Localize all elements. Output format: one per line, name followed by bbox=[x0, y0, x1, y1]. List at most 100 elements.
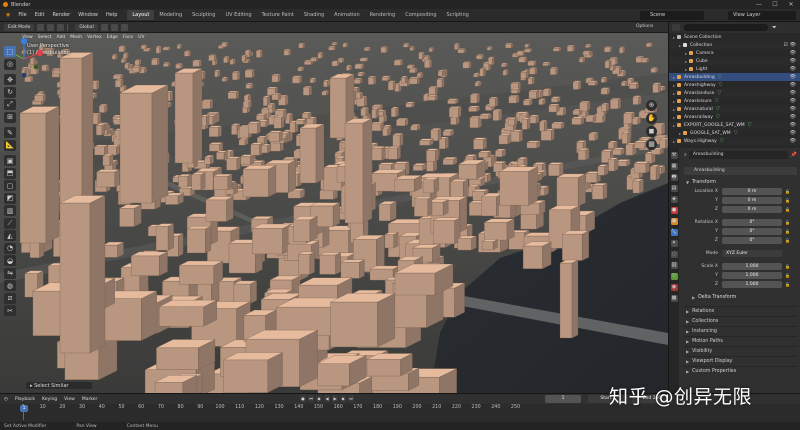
collection-checkbox[interactable]: ☑ bbox=[784, 42, 788, 48]
orientation-dropdown[interactable]: Global bbox=[75, 23, 98, 31]
expand-arrow-icon[interactable]: ▸ bbox=[679, 43, 681, 48]
close-button[interactable]: ✕ bbox=[784, 0, 798, 9]
timeline-menu-view[interactable]: View bbox=[64, 397, 75, 402]
mesh-data-icon[interactable]: ▽ bbox=[716, 106, 720, 112]
knife-icon[interactable]: ⟋ bbox=[4, 217, 16, 229]
particles-tab-icon[interactable]: ✶ bbox=[670, 240, 678, 247]
visibility-eye-icon[interactable]: 👁 bbox=[790, 82, 796, 88]
tab-modeling[interactable]: Modeling bbox=[154, 10, 187, 20]
render-tab-icon[interactable]: ▦ bbox=[670, 163, 678, 170]
vertex-select-icon[interactable] bbox=[37, 23, 45, 31]
rotation-y-field[interactable]: 0° bbox=[722, 228, 782, 235]
location-x-field[interactable]: 0 m bbox=[722, 188, 782, 195]
maximize-button[interactable]: ☐ bbox=[768, 0, 782, 9]
outliner-item[interactable]: ▸ Camera 👁 bbox=[669, 49, 800, 57]
menu-edit[interactable]: Edit bbox=[31, 12, 49, 18]
rotate-icon[interactable]: ↻ bbox=[4, 86, 16, 98]
mesh-data-icon[interactable]: ▽ bbox=[734, 130, 738, 136]
timeline-menu-keying[interactable]: Keying bbox=[42, 397, 57, 402]
menu-render[interactable]: Render bbox=[48, 12, 74, 18]
lock-icon[interactable]: 🔓 bbox=[785, 220, 790, 225]
outliner-item[interactable]: ▸ Scene Collection bbox=[669, 33, 800, 41]
view-layer-tab-icon[interactable]: ▤ bbox=[670, 185, 678, 192]
snap-icon[interactable] bbox=[110, 23, 118, 31]
expand-arrow-icon[interactable]: ▸ bbox=[673, 75, 675, 80]
extrude-icon[interactable]: ⬒ bbox=[4, 167, 16, 179]
tab-scripting[interactable]: Scripting bbox=[442, 10, 474, 20]
output-tab-icon[interactable]: 🖶 bbox=[670, 174, 678, 181]
lock-icon[interactable]: 🔓 bbox=[785, 189, 790, 194]
play-reverse-icon[interactable]: ◀ bbox=[324, 395, 330, 402]
proportional-edit-icon[interactable] bbox=[120, 23, 128, 31]
camera-view-icon[interactable]: ◼ bbox=[646, 126, 657, 137]
move-icon[interactable]: ✥ bbox=[4, 74, 16, 85]
collapsed-panel[interactable]: ▶ Motion Paths bbox=[684, 336, 797, 346]
physics-tab-icon[interactable]: ◌ bbox=[670, 251, 678, 258]
outliner-item[interactable]: ▸ Areasbuilding ▽ 👁 bbox=[669, 73, 800, 81]
menu-help[interactable]: Help bbox=[102, 12, 121, 18]
playhead[interactable]: 1 bbox=[20, 405, 28, 412]
object-name-field[interactable]: Areasbuilding bbox=[684, 167, 797, 175]
mesh-data-icon[interactable]: ▽ bbox=[748, 122, 752, 128]
expand-arrow-icon[interactable]: ▸ bbox=[685, 51, 687, 56]
scale-x-field[interactable]: 1.000 bbox=[722, 263, 782, 270]
outliner-item[interactable]: ▸ Light 👁 bbox=[669, 65, 800, 73]
filter-icon[interactable]: ⏷ bbox=[772, 24, 777, 32]
3d-viewport[interactable]: View Select Add Mesh Vertex Edge Face UV… bbox=[0, 33, 668, 393]
scene-tab-icon[interactable]: ◈ bbox=[670, 196, 678, 203]
timeline-menu-playback[interactable]: Playback bbox=[15, 397, 35, 402]
viewport-menu-mesh[interactable]: Mesh bbox=[70, 35, 82, 40]
viewport-menu-edge[interactable]: Edge bbox=[107, 35, 118, 40]
rotation-mode-dropdown[interactable]: XYZ Euler bbox=[722, 250, 782, 257]
lock-icon[interactable]: 🔓 bbox=[785, 273, 790, 278]
visibility-eye-icon[interactable]: 👁 bbox=[790, 106, 796, 112]
collapsed-panel[interactable]: ▶ Relations bbox=[684, 306, 797, 316]
rotation-z-field[interactable]: 0° bbox=[722, 237, 782, 244]
mesh-data-icon[interactable]: ▽ bbox=[719, 82, 723, 88]
lock-icon[interactable]: 🔓 bbox=[785, 198, 790, 203]
inset-icon[interactable]: ▢ bbox=[4, 180, 16, 191]
expand-arrow-icon[interactable]: ▸ bbox=[685, 67, 687, 72]
outliner-item[interactable]: ▸ Areasnatural ▽ 👁 bbox=[669, 105, 800, 113]
jump-end-icon[interactable]: ⏭ bbox=[348, 395, 354, 402]
play-icon[interactable]: ▶ bbox=[332, 395, 338, 402]
pivot-icon[interactable] bbox=[100, 23, 108, 31]
expand-arrow-icon[interactable]: ▸ bbox=[673, 35, 675, 40]
expand-arrow-icon[interactable]: ▸ bbox=[673, 115, 675, 120]
loop-cut-icon[interactable]: ▥ bbox=[4, 205, 16, 216]
outliner-item[interactable]: ▸ EXPORT_GOOGLE_SAT_WM ▽ 👁 bbox=[669, 121, 800, 129]
scene-selector[interactable]: Scene bbox=[640, 11, 704, 20]
visibility-eye-icon[interactable]: 👁 bbox=[790, 138, 796, 144]
transform-panel-header[interactable]: ▼ Transform bbox=[684, 178, 797, 187]
viewport-menu-add[interactable]: Add bbox=[57, 35, 66, 40]
shear-icon[interactable]: ⧄ bbox=[4, 292, 16, 304]
collapsed-panel[interactable]: ▶ Visibility bbox=[684, 346, 797, 356]
visibility-eye-icon[interactable]: 👁 bbox=[790, 58, 796, 64]
mesh-data-icon[interactable]: ▽ bbox=[716, 114, 720, 120]
visibility-eye-icon[interactable]: 👁 bbox=[790, 90, 796, 96]
tab-compositing[interactable]: Compositing bbox=[400, 10, 441, 20]
mesh-data-icon[interactable]: ▽ bbox=[717, 90, 721, 96]
outliner-item[interactable]: ▸ Cube 👁 bbox=[669, 57, 800, 65]
viewport-menu-face[interactable]: Face bbox=[123, 35, 133, 40]
collapsed-panel[interactable]: ▶ Viewport Display bbox=[684, 356, 797, 366]
measure-icon[interactable]: 📐 bbox=[4, 139, 16, 151]
visibility-eye-icon[interactable]: 👁 bbox=[790, 42, 796, 48]
visibility-eye-icon[interactable]: 👁 bbox=[790, 50, 796, 56]
viewport-menu-uv[interactable]: UV bbox=[138, 35, 144, 40]
timeline-menu-marker[interactable]: Marker bbox=[82, 397, 98, 402]
record-icon[interactable]: ● bbox=[300, 395, 306, 402]
visibility-eye-icon[interactable]: 👁 bbox=[790, 74, 796, 80]
lock-icon[interactable]: 🔓 bbox=[785, 264, 790, 269]
collapsed-panel[interactable]: ▶ Custom Properties bbox=[684, 366, 797, 376]
location-z-field[interactable]: 0 m bbox=[722, 206, 782, 213]
minimize-button[interactable]: — bbox=[752, 0, 766, 9]
properties-search-icon[interactable]: ⌕ bbox=[684, 152, 687, 158]
pin-icon[interactable]: 📌 bbox=[791, 152, 797, 158]
visibility-eye-icon[interactable]: 👁 bbox=[790, 98, 796, 104]
material-tab-icon[interactable]: ◉ bbox=[670, 284, 678, 291]
data-tab-icon[interactable]: ▽ bbox=[670, 273, 678, 280]
collapsed-panel[interactable]: ▶ Collections bbox=[684, 316, 797, 326]
add-cube-icon[interactable]: ▣ bbox=[4, 155, 16, 166]
face-select-icon[interactable] bbox=[57, 23, 65, 31]
